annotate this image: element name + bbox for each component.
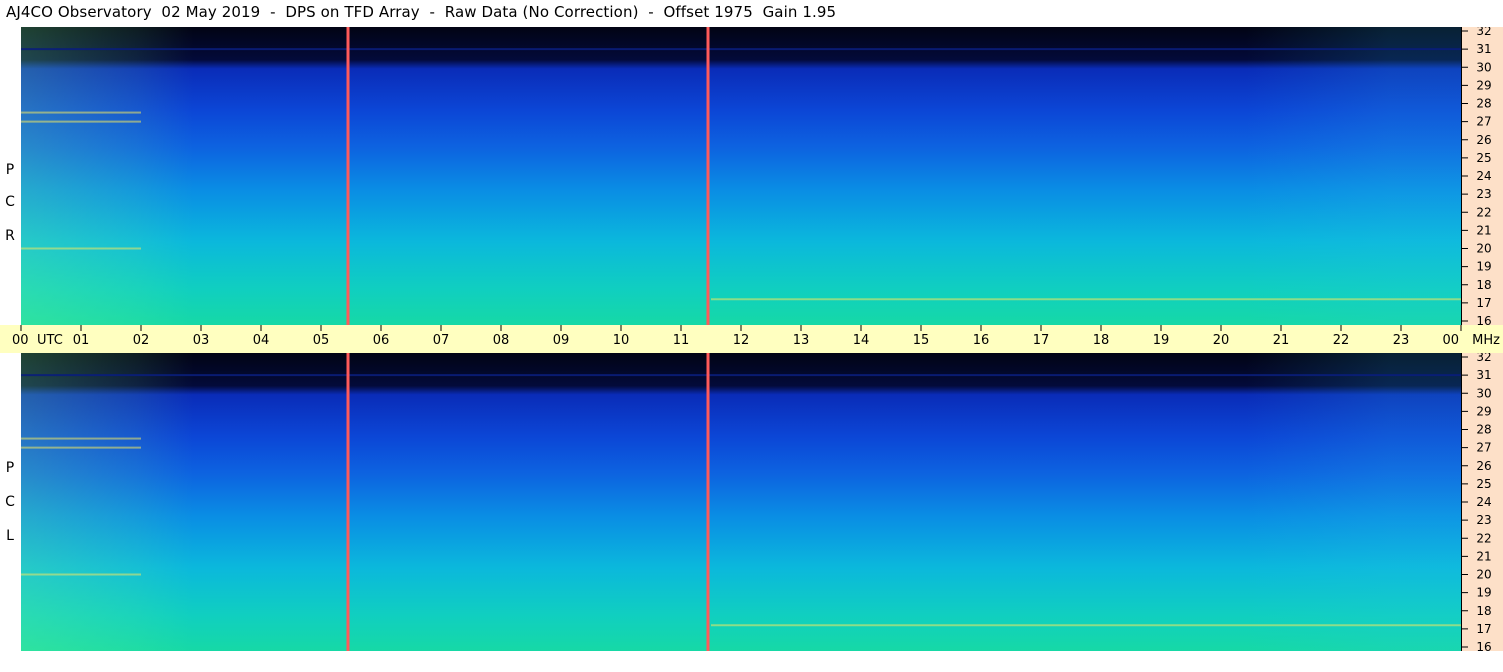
rcp-freq-label-23: 23 <box>1476 187 1491 201</box>
time-label-17: 17 <box>1033 333 1050 348</box>
rcp-label-strip: P C R <box>0 27 21 325</box>
rcp-emission-band-0 <box>711 298 1461 301</box>
lcp-freq-label-32: 32 <box>1476 353 1491 364</box>
lcp-freq-label-22: 22 <box>1476 531 1491 545</box>
lcp-freq-label-16: 16 <box>1476 640 1491 651</box>
time-label-21: 21 <box>1273 333 1290 348</box>
time-label-5: 05 <box>313 333 330 348</box>
lcp-emission-band-3 <box>21 437 141 440</box>
rcp-label-letter-1: P <box>5 162 15 178</box>
lcp-emission-band-0 <box>711 624 1461 627</box>
lcp-freq-label-20: 20 <box>1476 568 1491 582</box>
lcp-freq-label-19: 19 <box>1476 586 1491 600</box>
time-label-19: 19 <box>1153 333 1170 348</box>
lcp-freq-label-30: 30 <box>1476 386 1491 400</box>
lcp-label-letter-1: P <box>5 460 15 476</box>
time-label-1: 01 <box>73 333 90 348</box>
lcp-spectrogram <box>21 353 1461 651</box>
rcp-freq-label-16: 16 <box>1476 314 1491 325</box>
lcp-freq-label-27: 27 <box>1476 441 1491 455</box>
lcp-freq-label-24: 24 <box>1476 495 1491 509</box>
rcp-freq-label-18: 18 <box>1476 278 1491 292</box>
lcp-marker-line-1 <box>706 353 710 651</box>
time-label-24: 00 <box>1442 333 1459 348</box>
time-axis-unit: UTC <box>37 333 63 348</box>
time-label-9: 09 <box>553 333 570 348</box>
rcp-frequency-axis: 32 31 30 29 28 27 26 25 24 23 22 21 20 19 18 17 16 <box>1461 27 1503 325</box>
rcp-label-letter-2: C <box>5 194 15 210</box>
time-label-12: 12 <box>733 333 750 348</box>
utc-time-axis: 00 01 02 03 04 05 06 07 08 09 10 11 12 13 14 15 16 17 18 19… <box>0 325 1503 353</box>
lcp-emission-band-4 <box>21 374 1461 377</box>
time-label-13: 13 <box>793 333 810 348</box>
rcp-freq-label-30: 30 <box>1476 60 1491 74</box>
rcp-emission-band-4 <box>21 48 1461 51</box>
chart-title: AJ4CO Observatory 02 May 2019 - DPS on T… <box>6 3 837 21</box>
rcp-marker-line-0 <box>346 27 350 325</box>
lcp-freq-label-17: 17 <box>1476 622 1491 636</box>
rcp-freq-label-25: 25 <box>1476 151 1491 165</box>
rcp-spectrogram <box>21 27 1461 325</box>
time-label-16: 16 <box>973 333 990 348</box>
time-label-18: 18 <box>1093 333 1110 348</box>
rcp-freq-label-19: 19 <box>1476 260 1491 274</box>
time-label-8: 08 <box>493 333 510 348</box>
rcp-label-letter-3: R <box>5 228 15 244</box>
lcp-freq-label-25: 25 <box>1476 477 1491 491</box>
time-label-23: 23 <box>1393 333 1410 348</box>
time-label-2: 02 <box>133 333 150 348</box>
lcp-freq-label-28: 28 <box>1476 423 1491 437</box>
time-label-0: 00 <box>12 333 29 348</box>
time-label-22: 22 <box>1333 333 1350 348</box>
rcp-emission-band-3 <box>21 111 141 114</box>
lcp-label-letter-3: L <box>6 528 14 544</box>
rcp-freq-label-21: 21 <box>1476 223 1491 237</box>
lcp-frequency-axis: 32 31 30 29 28 27 26 25 24 23 22 21 20 19 18 17 16 <box>1461 353 1503 651</box>
rcp-freq-label-22: 22 <box>1476 205 1491 219</box>
lcp-freq-label-29: 29 <box>1476 404 1491 418</box>
time-label-7: 07 <box>433 333 450 348</box>
rcp-freq-label-29: 29 <box>1476 78 1491 92</box>
rcp-freq-label-32: 32 <box>1476 27 1491 38</box>
time-label-6: 06 <box>373 333 390 348</box>
time-label-10: 10 <box>613 333 630 348</box>
time-label-11: 11 <box>673 333 690 348</box>
lcp-label-letter-2: C <box>5 494 15 510</box>
lcp-freq-label-26: 26 <box>1476 459 1491 473</box>
lcp-freq-label-23: 23 <box>1476 513 1491 527</box>
rcp-emission-band-1 <box>21 247 141 250</box>
time-label-14: 14 <box>853 333 870 348</box>
lcp-freq-label-21: 21 <box>1476 549 1491 563</box>
lcp-emission-band-1 <box>21 573 141 576</box>
rcp-marker-line-1 <box>706 27 710 325</box>
rcp-freq-label-17: 17 <box>1476 296 1491 310</box>
time-label-20: 20 <box>1213 333 1230 348</box>
rcp-freq-label-28: 28 <box>1476 97 1491 111</box>
rcp-freq-label-31: 31 <box>1476 42 1491 56</box>
lcp-freq-label-31: 31 <box>1476 368 1491 382</box>
rcp-freq-label-26: 26 <box>1476 133 1491 147</box>
time-label-4: 04 <box>253 333 270 348</box>
rcp-freq-label-27: 27 <box>1476 115 1491 129</box>
freq-axis-unit: MHz <box>1472 333 1500 348</box>
lcp-label-strip: P C L <box>0 353 21 651</box>
rcp-freq-label-20: 20 <box>1476 242 1491 256</box>
lcp-freq-label-18: 18 <box>1476 604 1491 618</box>
rcp-freq-label-24: 24 <box>1476 169 1491 183</box>
rcp-emission-band-2 <box>21 120 141 123</box>
lcp-emission-band-2 <box>21 446 141 449</box>
lcp-marker-line-0 <box>346 353 350 651</box>
time-label-3: 03 <box>193 333 210 348</box>
time-label-15: 15 <box>913 333 930 348</box>
